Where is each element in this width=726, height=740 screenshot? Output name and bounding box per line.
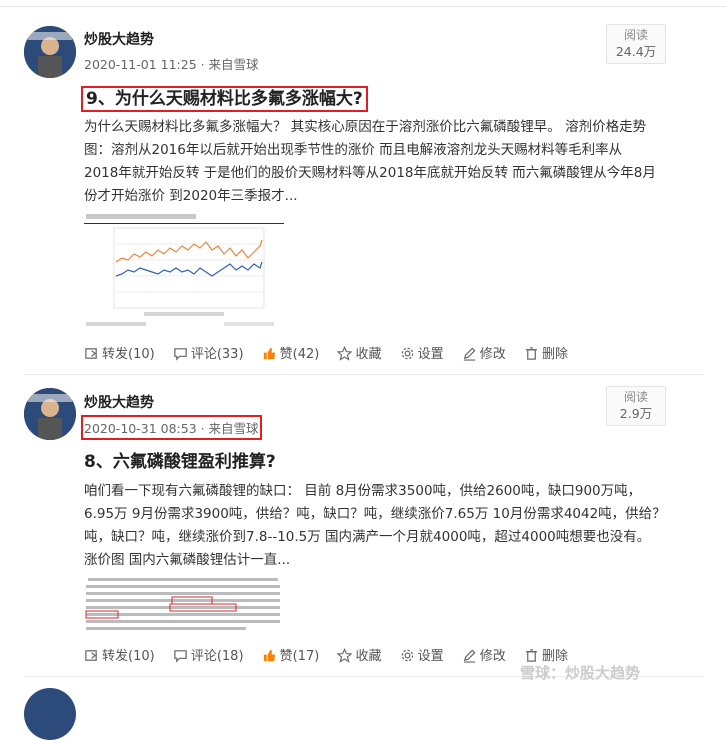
read-count: 2.9万 [619, 406, 653, 421]
body-line: 涨价图 国内六氟磷酸锂估计一直... [84, 552, 291, 568]
body-line: 6.95万 9月份需求3900吨，供给？吨，缺口？吨，继续涨价7.65万 10月… [84, 506, 666, 522]
document-thumbnail-image [84, 574, 284, 636]
star-icon [337, 648, 353, 663]
avatar[interactable] [24, 388, 76, 440]
gear-icon [401, 649, 413, 662]
repost-icon [85, 650, 97, 661]
body-line: 吨，缺口？吨，继续涨价到7.8--10.5万 国内满产一个月就4000吨，超过4… [84, 529, 651, 545]
thumbs-up-icon [263, 649, 275, 662]
edit-button[interactable]: 修改 [462, 645, 506, 664]
post-body[interactable]: 咱们看一下现有六氟磷酸锂的缺口： 目前 8月份需求3500吨，供给2600吨，缺… [84, 480, 674, 572]
repost-label: 转发(10) [102, 649, 155, 664]
post-card: 炒股大趋势 2020-10-31 08:53 · 来自雪球 阅读 2.9万 8、… [0, 0, 726, 694]
avatar[interactable] [24, 688, 76, 740]
comment-icon [174, 650, 187, 663]
comment-label: 评论(18) [190, 649, 244, 664]
comment-button[interactable]: 评论(18) [173, 645, 244, 664]
repost-button[interactable]: 转发(10) [84, 645, 155, 664]
favorite-button[interactable]: 收藏 [337, 645, 382, 664]
settings-button[interactable]: 设置 [400, 645, 444, 664]
post-actions: 转发(10) 评论(18) 赞(17) 收藏 设置 修改 删除 [84, 645, 582, 664]
pencil-icon [463, 649, 476, 663]
like-label: 赞(17) [279, 649, 320, 664]
read-label: 阅读 [623, 390, 648, 404]
trash-icon [525, 649, 538, 662]
edit-label: 修改 [479, 649, 506, 664]
read-count-box: 阅读 2.9万 [606, 386, 666, 426]
author-name[interactable]: 炒股大趋势 [84, 392, 154, 412]
watermark: 雪球：炒股大趋势 [520, 664, 641, 682]
post-meta: 2020-10-31 08:53 · 来自雪球 [81, 415, 262, 440]
body-line: 咱们看一下现有六氟磷酸锂的缺口： 目前 8月份需求3500吨，供给2600吨，缺… [84, 483, 642, 499]
like-button[interactable]: 赞(17) [262, 645, 320, 664]
favorite-label: 收藏 [355, 649, 382, 664]
settings-label: 设置 [417, 649, 444, 664]
post-image-thumbnail[interactable] [84, 574, 284, 636]
post-title[interactable]: 8、六氟磷酸锂盈利推算? [84, 447, 276, 472]
